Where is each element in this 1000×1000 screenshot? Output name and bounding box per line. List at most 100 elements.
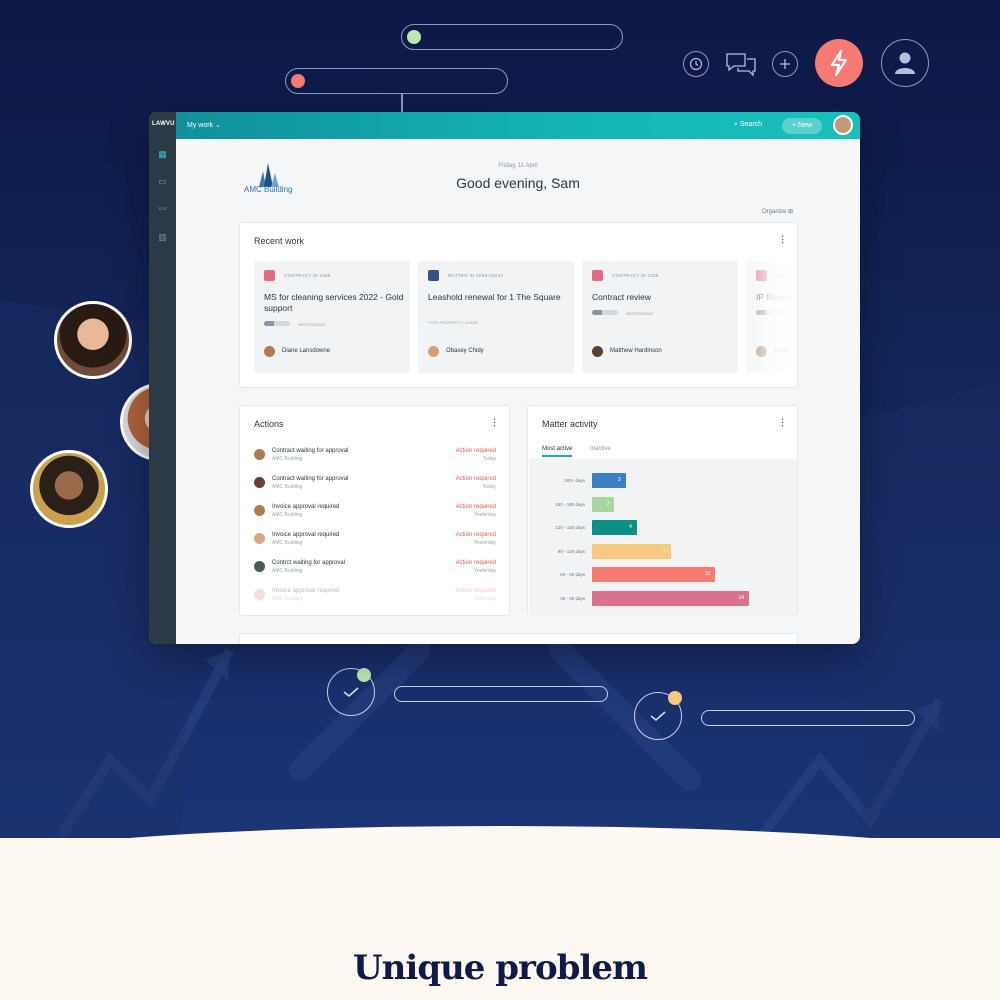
check-icon xyxy=(343,687,359,698)
workspace-menu[interactable]: My work ⌄ xyxy=(187,121,221,129)
tab-most-active[interactable]: Most active xyxy=(542,446,573,457)
coral-dot xyxy=(291,74,305,88)
search-button[interactable]: ⌕ Search xyxy=(734,121,762,129)
bar-value: 3 xyxy=(617,477,621,483)
library-icon[interactable]: ▥ xyxy=(157,232,168,243)
bar[interactable]: 14 xyxy=(592,590,749,606)
category-label: 30 - 60 days xyxy=(560,595,585,601)
status-badge: Action required xyxy=(455,588,496,594)
item-title: Contract review xyxy=(592,292,652,302)
person-avatar xyxy=(54,301,132,379)
matter-activity-card: Matter activity ⋮ Most active Inactive 1… xyxy=(527,405,798,616)
bar-chart: 180+ days 3 150 - 180 days 2 120 - 150 days 4… xyxy=(529,459,797,616)
action-date: Today xyxy=(482,484,496,490)
item-title: MS for cleaning services 2022 - Gold sup… xyxy=(264,292,404,313)
card-title: Recent work xyxy=(254,236,305,246)
recent-work-item[interactable]: MATTER ID 0009-02044 Leashold renewal for… xyxy=(418,261,574,373)
avatar[interactable] xyxy=(833,115,853,135)
action-subtitle: AMC Building xyxy=(272,540,303,546)
person-name: Diane Lansdowne xyxy=(282,348,331,354)
bar-value: 4 xyxy=(629,524,632,530)
item-id: MATTER ID 0009-02044 xyxy=(448,273,504,278)
contract-icon xyxy=(264,270,275,281)
bar[interactable]: 2 xyxy=(592,496,615,512)
bar[interactable]: 7 xyxy=(592,543,671,559)
action-date: Yesterday xyxy=(473,596,496,602)
kebab-icon[interactable]: ⋮ xyxy=(778,234,787,245)
action-row[interactable]: Invoice approval required AMC Building Act… xyxy=(254,586,496,608)
actions-card: Actions ⋮ Contract waiting for approval A… xyxy=(239,405,510,616)
avatar xyxy=(254,533,265,544)
tab-inactive[interactable]: Inactive xyxy=(590,446,611,452)
action-title: Invoice approval required xyxy=(272,504,340,510)
action-date: Yesterday xyxy=(473,568,496,574)
check-icon xyxy=(650,711,666,722)
contract-icon xyxy=(428,270,439,281)
action-row[interactable]: Invoice approval required AMC Building Act… xyxy=(254,502,496,524)
organize-button[interactable]: Organize ⊞ xyxy=(762,208,793,215)
action-row[interactable]: Invoice approval required AMC Building Act… xyxy=(254,530,496,552)
action-title: Contract waiting for approval xyxy=(272,448,349,454)
plus-icon[interactable] xyxy=(772,51,798,77)
bar-row: 60 - 90 days 11 xyxy=(529,567,797,582)
user-button[interactable] xyxy=(881,39,929,87)
kebab-icon[interactable]: ⋮ xyxy=(778,417,787,428)
app-logo: LAWVU xyxy=(152,121,175,127)
category-label: 120 - 150 days xyxy=(555,525,585,530)
bolt-button[interactable] xyxy=(815,39,863,87)
bar[interactable]: 11 xyxy=(592,567,716,582)
card-title: Matter activity xyxy=(542,419,598,429)
app-window: My work ⌄ ⌕ Search + New LAWVU ▦ ▭ 〰 ▥ A… xyxy=(149,112,860,644)
action-row[interactable]: Contrct waiting for approval AMC Building… xyxy=(254,558,496,580)
new-button[interactable]: + New xyxy=(782,118,822,134)
kebab-icon[interactable]: ⋮ xyxy=(490,417,499,428)
category-label: 150 - 180 days xyxy=(555,501,585,507)
recent-work-item[interactable]: CONTRACT ID 2365 MS for cleaning services… xyxy=(254,261,410,373)
avatar xyxy=(254,589,265,600)
action-subtitle: AMC Building xyxy=(272,484,303,490)
dashboard-icon[interactable]: ▦ xyxy=(157,149,168,160)
status-badge: NEGOTIATING xyxy=(626,311,654,316)
avatar xyxy=(254,505,265,516)
bar[interactable]: 4 xyxy=(592,520,637,535)
next-card xyxy=(239,633,798,644)
top-bar: My work ⌄ ⌕ Search + New xyxy=(149,112,860,139)
person-name: Obasey Chidy xyxy=(446,348,484,354)
decorative-pill xyxy=(285,68,508,94)
bar[interactable]: 3 xyxy=(592,473,626,488)
status-badge: Action required xyxy=(455,504,496,510)
signature-icon[interactable]: 〰 xyxy=(157,204,168,215)
status-badge: Action required xyxy=(455,448,496,454)
status-badge: Action required xyxy=(455,560,496,566)
action-date: Today xyxy=(482,456,496,462)
category-label: 90 - 120 days xyxy=(557,548,585,554)
recent-work-item[interactable]: CONTRACT ID 2335 Contract review NEGOTIATI… xyxy=(582,261,738,373)
category-label: 180+ days xyxy=(564,478,585,483)
person-avatar xyxy=(30,450,108,528)
sidebar: LAWVU ▦ ▭ 〰 ▥ xyxy=(149,112,176,644)
action-row[interactable]: Contract waiting for approval AMC Buildin… xyxy=(254,446,496,468)
chat-icon[interactable] xyxy=(725,51,757,77)
avatar xyxy=(592,346,603,357)
clock-icon[interactable] xyxy=(683,51,709,77)
decorative-pill xyxy=(401,24,623,50)
contract-icon xyxy=(592,270,603,281)
action-row[interactable]: Contract waiting for approval AMC Buildin… xyxy=(254,474,496,496)
yellow-dot xyxy=(668,691,682,705)
green-dot xyxy=(407,30,421,44)
status-badge: NEGOTIATING xyxy=(298,322,326,327)
main-content: AMC Building Friday, 11 April Good eveni… xyxy=(176,139,860,644)
action-title: Invoice approval required xyxy=(272,532,340,538)
page-title: Good evening, Sam xyxy=(456,175,580,191)
status-badge: Action required xyxy=(455,532,496,538)
item-meta: TYPE PROPERTY • LEASE xyxy=(428,320,478,325)
bar-value: 11 xyxy=(705,571,711,577)
action-title: Contrct waiting for approval xyxy=(272,560,346,566)
category-label: 60 - 90 days xyxy=(560,572,585,577)
action-subtitle: AMC Building xyxy=(272,456,303,462)
avatar xyxy=(254,449,265,460)
bar-row: 30 - 60 days 14 xyxy=(529,590,797,606)
briefcase-icon[interactable]: ▭ xyxy=(157,176,168,187)
action-date: Yesterday xyxy=(473,540,496,546)
progress-fill xyxy=(592,310,603,315)
